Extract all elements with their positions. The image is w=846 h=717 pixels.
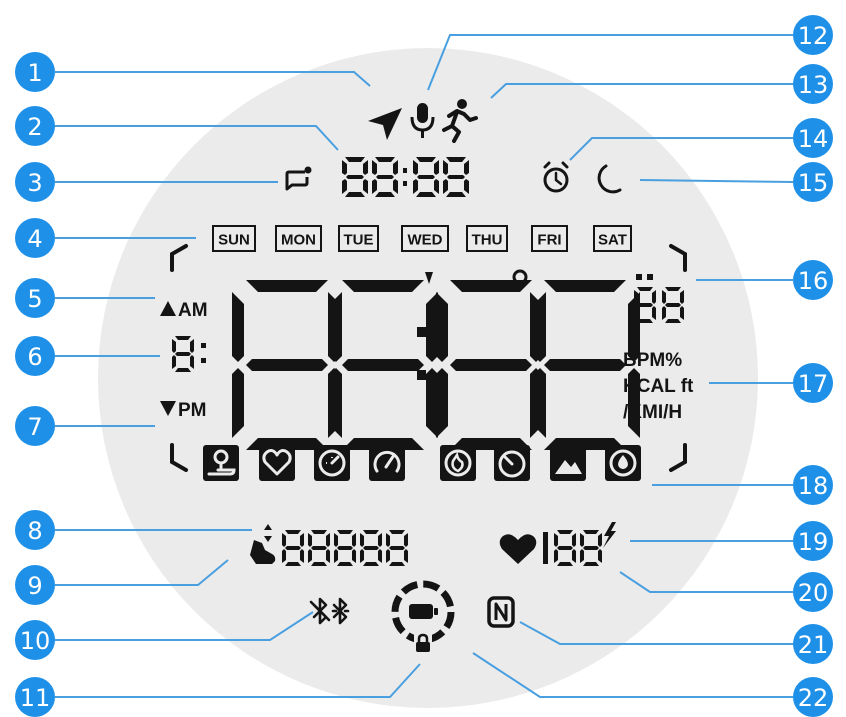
unit-label-line-2: KCAL ft bbox=[623, 376, 694, 397]
callout-badge-9: 9 bbox=[15, 565, 55, 605]
callout-badge-20: 20 bbox=[793, 572, 833, 612]
callout-badge-11: 11 bbox=[15, 677, 55, 717]
weekday-label: TUE bbox=[344, 232, 374, 249]
badge-number: 4 bbox=[27, 225, 42, 253]
badge-number: 8 bbox=[27, 517, 42, 545]
badge-number: 15 bbox=[798, 169, 829, 197]
weekday-label: SUN bbox=[218, 232, 250, 249]
callout-badge-21: 21 bbox=[793, 624, 833, 664]
callout-badge-22: 22 bbox=[793, 677, 833, 717]
badge-number: 11 bbox=[20, 684, 51, 712]
callout-badge-18: 18 bbox=[793, 465, 833, 505]
badge-number: 7 bbox=[27, 413, 42, 441]
badge-number: 21 bbox=[798, 631, 829, 659]
heart-outline-icon bbox=[259, 445, 295, 481]
weekday-label: FRI bbox=[537, 232, 561, 249]
callout-badge-3: 3 bbox=[15, 162, 55, 202]
badge-number: 12 bbox=[798, 22, 829, 50]
badge-number: 22 bbox=[798, 684, 829, 712]
badge-number: 9 bbox=[27, 572, 42, 600]
flame-icon bbox=[440, 445, 476, 481]
mountain-icon bbox=[550, 445, 586, 481]
callout-badge-5: 5 bbox=[15, 278, 55, 318]
water-drop-icon bbox=[605, 445, 641, 481]
callout-badge-19: 19 bbox=[793, 521, 833, 561]
callout-badge-16: 16 bbox=[793, 260, 833, 300]
route-icon bbox=[203, 445, 239, 481]
badge-number: 2 bbox=[27, 113, 42, 141]
callout-badge-4: 4 bbox=[15, 218, 55, 258]
weekday-label: MON bbox=[281, 232, 316, 249]
badge-number: 10 bbox=[20, 627, 51, 655]
callout-badge-10: 10 bbox=[15, 620, 55, 660]
badge-number: 1 bbox=[27, 59, 42, 87]
stopwatch-icon bbox=[494, 445, 530, 481]
badge-number: 14 bbox=[798, 125, 829, 153]
unit-label-line-1: BPM% bbox=[623, 350, 682, 371]
callout-badge-14: 14 bbox=[793, 118, 833, 158]
badge-number: 13 bbox=[798, 71, 829, 99]
badge-number: 18 bbox=[798, 472, 829, 500]
weekday-label: THU bbox=[472, 232, 503, 249]
badge-number: 17 bbox=[798, 370, 829, 398]
timer-dial-icon bbox=[314, 445, 350, 481]
badge-number: 5 bbox=[27, 285, 42, 313]
badge-number: 3 bbox=[27, 169, 42, 197]
speedometer-icon bbox=[369, 445, 405, 481]
callout-badge-12: 12 bbox=[793, 15, 833, 55]
callout-badge-15: 15 bbox=[793, 162, 833, 202]
callout-badge-2: 2 bbox=[15, 106, 55, 146]
weekday-label: SAT bbox=[598, 232, 627, 249]
callout-badge-17: 17 bbox=[793, 363, 833, 403]
badge-number: 6 bbox=[27, 343, 42, 371]
weekday-label: WED bbox=[408, 232, 443, 249]
badge-number: 20 bbox=[798, 579, 829, 607]
badge-number: 19 bbox=[798, 528, 829, 556]
lock-icon bbox=[414, 633, 432, 652]
pm-label: PM bbox=[178, 400, 207, 421]
unit-label-line-3: /KMI/H bbox=[623, 402, 682, 423]
callout-badge-13: 13 bbox=[793, 64, 833, 104]
watch-display-diagram: 12345678910111213141516171819202122 SUN … bbox=[15, 15, 833, 717]
callout-badge-6: 6 bbox=[15, 336, 55, 376]
callout-badge-7: 7 bbox=[15, 406, 55, 446]
am-label: AM bbox=[178, 300, 208, 321]
callout-badge-1: 1 bbox=[15, 52, 55, 92]
badge-number: 16 bbox=[798, 267, 829, 295]
callout-badge-8: 8 bbox=[15, 510, 55, 550]
